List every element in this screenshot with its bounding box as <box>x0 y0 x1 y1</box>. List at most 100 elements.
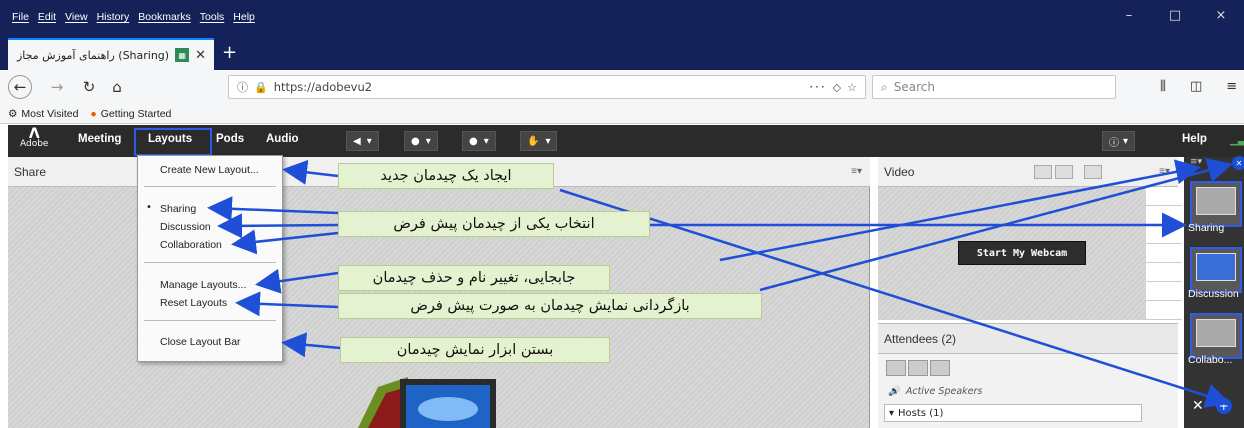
menu-tools[interactable]: Tools <box>200 11 225 23</box>
fullscreen-icon[interactable] <box>908 360 928 376</box>
fullscreen-icon[interactable] <box>1084 165 1102 179</box>
chevron-down-icon: ▾ <box>1123 135 1129 147</box>
site-favicon-icon: ▦ <box>175 48 190 62</box>
close-window-button[interactable]: × <box>1198 8 1244 23</box>
layout-label-collaboration: Collabo... <box>1188 354 1233 366</box>
tab-strip: (Sharing) راهنمای آموزش مجازی ▦ ✕ + <box>0 34 1244 70</box>
meeting-menu[interactable]: Meeting <box>78 133 121 145</box>
menu-separator <box>144 186 276 187</box>
bookmark-getting-started[interactable]: ● Getting Started <box>90 108 171 120</box>
grid-view-icon[interactable] <box>1034 165 1052 179</box>
tools-icon[interactable]: ✕ <box>1192 398 1204 414</box>
minimize-button[interactable]: – <box>1106 8 1152 23</box>
menu-bookmarks[interactable]: Bookmarks <box>138 11 191 23</box>
menu-history[interactable]: History <box>97 11 130 23</box>
video-pod: Video ≡▾ Start My Webcam <box>878 157 1178 320</box>
reset-layouts-item[interactable]: Reset Layouts <box>160 297 227 309</box>
toolbar-right: ⫼ ◫ ≡ <box>1160 79 1237 94</box>
callout-reset: بازگردانی نمایش چیدمان به صورت پیش فرض <box>338 293 762 319</box>
layout-thumb-sharing[interactable] <box>1190 181 1242 227</box>
create-new-layout-item[interactable]: Create New Layout... <box>160 164 259 176</box>
bookmark-label: Getting Started <box>100 107 172 120</box>
collaboration-layout-item[interactable]: Collaboration <box>160 239 222 251</box>
lock-icon: 🔒 <box>254 80 268 94</box>
chevron-down-icon: ▾ <box>366 135 372 147</box>
hamburger-menu-icon[interactable]: ≡ <box>1226 79 1237 94</box>
add-layout-icon[interactable]: + <box>1215 398 1232 414</box>
pod-options-icon[interactable]: ≡▾ <box>1159 166 1170 177</box>
forward-arrow-icon[interactable]: → <box>48 75 66 99</box>
callout-close: بستن ابزار نمایش چیدمان <box>340 337 610 363</box>
reload-icon[interactable]: ↻ <box>80 75 98 99</box>
new-tab-icon[interactable]: + <box>222 42 237 63</box>
help-menu[interactable]: Help <box>1182 133 1207 145</box>
selected-bullet-icon: • <box>146 202 152 213</box>
info-icon: ⓘ <box>1109 137 1119 149</box>
browser-menubar: File Edit View History Bookmarks Tools H… <box>0 0 1244 34</box>
webcam-icon: ● <box>469 135 478 147</box>
search-icon: ⌕ <box>881 79 888 94</box>
address-bar[interactable]: ⓘ 🔒 https://adobevu2 ··· ◇ ☆ <box>228 75 866 99</box>
attendee-status-icon[interactable] <box>930 360 950 376</box>
site-info-icon[interactable]: ⓘ <box>237 79 248 95</box>
microphone-dropdown[interactable]: ● ▾ <box>404 131 438 151</box>
layout-thumb-discussion[interactable] <box>1190 247 1242 293</box>
window-controls: – □ × <box>1106 8 1244 23</box>
browser-tab[interactable]: (Sharing) راهنمای آموزش مجازی ▦ ✕ <box>8 38 214 70</box>
status-dropdown[interactable]: ✋ ▾ <box>520 131 558 151</box>
bookmark-most-visited[interactable]: ⚙ Most Visited <box>8 108 78 120</box>
attendees-count: (2) <box>941 331 957 346</box>
info-dropdown[interactable]: ⓘ ▾ <box>1102 131 1136 151</box>
layout-thumbnail <box>1196 319 1236 347</box>
attendees-pod: Attendees (2) 🔊 Active Speakers ▾ Hosts … <box>878 323 1178 428</box>
sharing-layout-item[interactable]: Sharing <box>160 203 196 215</box>
close-icon[interactable]: ✕ <box>1232 156 1244 170</box>
list-view-icon[interactable] <box>886 360 906 376</box>
menu-help[interactable]: Help <box>233 11 255 23</box>
tab-close-icon[interactable]: ✕ <box>195 48 206 63</box>
manage-layouts-item[interactable]: Manage Layouts... <box>160 279 246 291</box>
bookmarks-toolbar: ⚙ Most Visited ● Getting Started <box>0 104 1244 124</box>
webcam-dropdown[interactable]: ● ▾ <box>462 131 496 151</box>
close-layout-bar-item[interactable]: Close Layout Bar <box>160 336 241 348</box>
pod-options-icon[interactable]: ≡▾ <box>851 166 862 177</box>
gear-icon: ⚙ <box>8 107 18 120</box>
hosts-group[interactable]: ▾ Hosts (1) <box>884 404 1142 422</box>
menu-file[interactable]: File <box>12 11 29 23</box>
raise-hand-icon: ✋ <box>527 135 540 147</box>
menu-items: File Edit View History Bookmarks Tools H… <box>12 11 255 23</box>
connection-signal-icon: ▁▃▅ <box>1230 135 1244 146</box>
audio-menu[interactable]: Audio <box>266 133 299 145</box>
chevron-down-icon: ▾ <box>483 135 489 147</box>
bookmark-star-icon[interactable]: ☆ <box>847 81 857 94</box>
layouts-dropdown-menu: Create New Layout... • Sharing Discussio… <box>137 155 283 362</box>
layout-thumbnail <box>1196 253 1236 281</box>
adobe-logo-icon: Λ <box>28 126 40 142</box>
maximize-button[interactable]: □ <box>1152 8 1198 23</box>
layout-bar-footer: ✕ + <box>1192 398 1232 414</box>
active-speakers: 🔊 Active Speakers <box>888 386 982 397</box>
back-arrow-icon[interactable]: ← <box>8 75 32 99</box>
speaker-icon: 🔊 <box>888 386 900 397</box>
speaker-dropdown[interactable]: ◀ ▾ <box>346 131 379 151</box>
right-list-panel <box>1146 187 1182 327</box>
menu-edit[interactable]: Edit <box>38 11 56 23</box>
page-actions-icon[interactable]: ··· <box>809 80 826 94</box>
layout-thumb-collaboration[interactable] <box>1190 313 1242 359</box>
speaker-icon: ◀ <box>353 135 361 147</box>
callout-create: ایجاد یک چیدمان جدید <box>338 163 554 189</box>
pods-menu[interactable]: Pods <box>216 133 244 145</box>
attendee-view-tools <box>886 360 950 376</box>
home-icon[interactable]: ⌂ <box>108 75 126 99</box>
filmstrip-view-icon[interactable] <box>1055 165 1073 179</box>
microphone-icon: ● <box>411 135 420 147</box>
pocket-icon[interactable]: ◇ <box>833 81 841 94</box>
library-icon[interactable]: ⫼ <box>1160 79 1166 94</box>
start-webcam-button[interactable]: Start My Webcam <box>958 241 1086 265</box>
search-placeholder: Search <box>893 80 935 94</box>
layouts-menu[interactable]: Layouts <box>148 133 192 145</box>
search-input[interactable]: ⌕ Search <box>872 75 1116 99</box>
discussion-layout-item[interactable]: Discussion <box>160 221 211 233</box>
menu-view[interactable]: View <box>65 11 88 23</box>
sidebar-icon[interactable]: ◫ <box>1190 79 1202 94</box>
